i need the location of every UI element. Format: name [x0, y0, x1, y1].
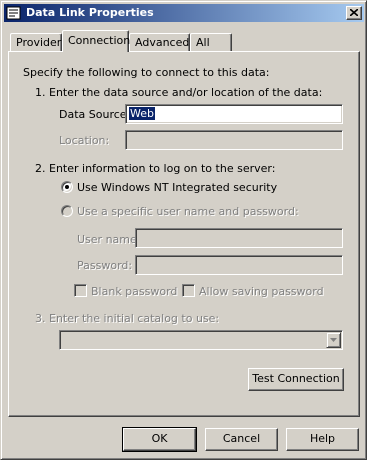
radio-windows-nt-label[interactable]: Use Windows NT Integrated security [77, 181, 277, 194]
data-source-label: Data Source: [59, 108, 131, 121]
close-button[interactable] [346, 6, 362, 20]
allow-saving-password-checkbox[interactable] [182, 284, 195, 297]
chevron-down-icon [330, 338, 337, 342]
connection-panel: Specify the following to connect to this… [8, 51, 360, 417]
title-bar[interactable]: Data Link Properties [4, 4, 364, 22]
help-button[interactable]: Help [286, 428, 359, 451]
ok-button[interactable]: OK [122, 427, 197, 452]
location-label: Location: [59, 134, 110, 147]
close-icon [350, 9, 358, 16]
tab-provider[interactable]: Provider [10, 33, 62, 52]
radio-specific-user[interactable] [61, 205, 73, 217]
blank-password-checkbox[interactable] [74, 284, 87, 297]
catalog-dropdown-button[interactable] [326, 332, 341, 348]
tab-advanced[interactable]: Advanced [129, 33, 190, 52]
initial-catalog-dropdown[interactable] [59, 330, 343, 350]
allow-saving-password-label[interactable]: Allow saving password [199, 285, 324, 298]
test-connection-button[interactable]: Test Connection [248, 368, 344, 391]
step3-label: 3. Enter the initial catalog to use: [35, 312, 220, 325]
cancel-button[interactable]: Cancel [205, 428, 278, 451]
intro-text: Specify the following to connect to this… [23, 66, 270, 79]
username-input[interactable] [135, 228, 343, 248]
data-link-icon [6, 6, 21, 20]
radio-windows-nt-security[interactable] [61, 181, 73, 193]
location-input[interactable] [125, 130, 343, 150]
data-source-value: Web [129, 107, 155, 120]
data-source-input[interactable]: Web [125, 104, 343, 124]
username-label: User name: [77, 233, 141, 246]
tab-connection[interactable]: Connection [62, 30, 130, 52]
window-title: Data Link Properties [26, 6, 154, 19]
radio-specific-user-label[interactable]: Use a specific user name and password: [77, 205, 299, 218]
tab-all[interactable]: All [190, 33, 232, 52]
password-input[interactable] [135, 255, 343, 275]
password-label: Password: [77, 259, 133, 272]
blank-password-label[interactable]: Blank password [91, 285, 177, 298]
radio-selected-dot [65, 185, 69, 189]
step1-label: 1. Enter the data source and/or location… [35, 86, 323, 99]
data-link-properties-window: Data Link Properties Provider Connection… [0, 0, 367, 460]
step2-label: 2. Enter information to log on to the se… [35, 162, 276, 175]
